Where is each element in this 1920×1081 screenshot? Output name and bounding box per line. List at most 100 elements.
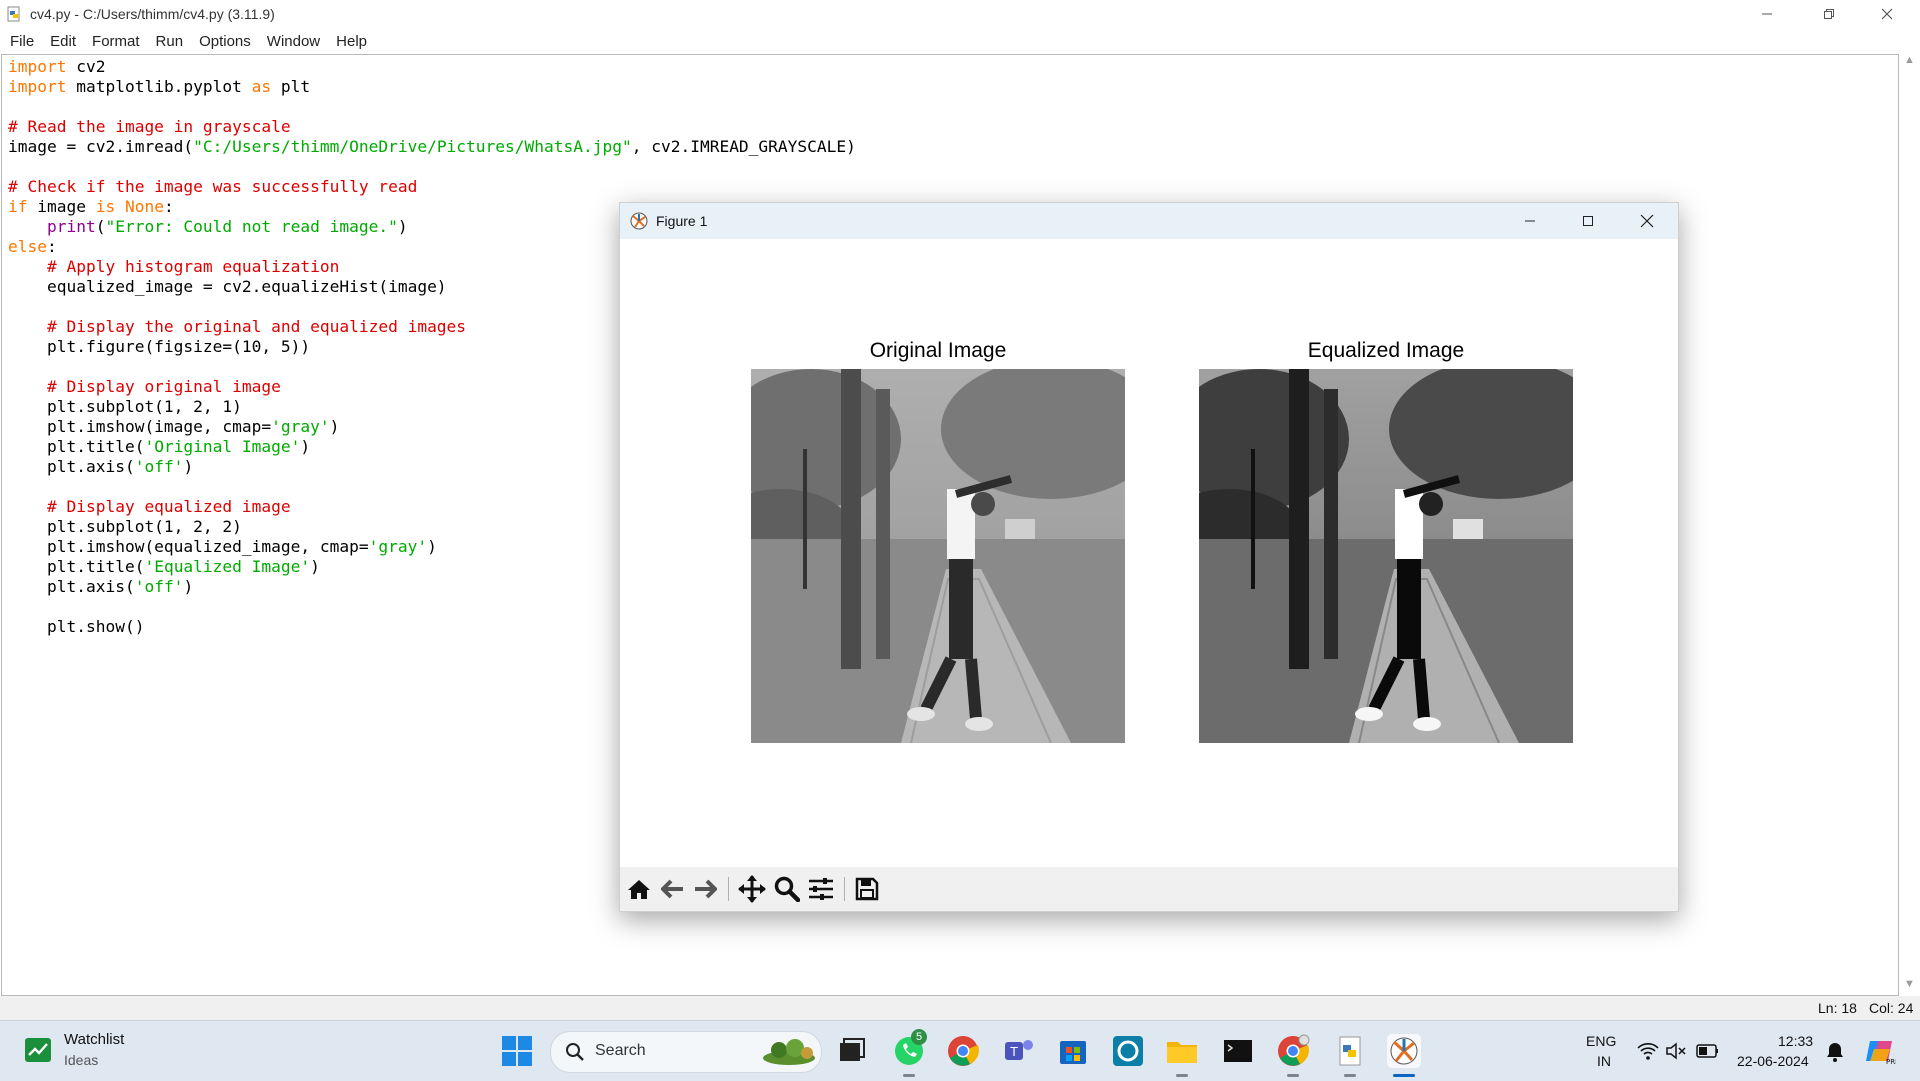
code-token: "C:/Users/thimm/OneDrive/Pictures/WhatsA…	[193, 137, 632, 156]
scroll-down-icon[interactable]: ▼	[1904, 978, 1915, 990]
code-token: plt.axis(	[8, 457, 135, 476]
code-token: :	[46, 237, 57, 256]
restore-icon	[1824, 9, 1834, 19]
code-line[interactable]: image = cv2.imread("C:/Users/thimm/OneDr…	[8, 137, 856, 157]
notification-bell-icon[interactable]	[1825, 1041, 1845, 1063]
code-token: plt.title(	[8, 557, 145, 576]
code-token: :	[163, 197, 174, 216]
window-titlebar: cv4.py - C:/Users/thimm/cv4.py (3.11.9)	[0, 0, 1920, 28]
code-token: if	[8, 197, 28, 216]
restore-button[interactable]	[1800, 0, 1858, 28]
figure-minimize-button[interactable]	[1501, 203, 1559, 239]
menu-help[interactable]: Help	[336, 33, 367, 50]
task-view-icon[interactable]	[834, 1033, 870, 1069]
configure-subplots-button[interactable]	[806, 875, 836, 903]
code-token: else	[8, 237, 47, 256]
code-token: 'off'	[134, 457, 184, 476]
code-token: )	[427, 537, 437, 556]
clock-time[interactable]: 12:33	[1778, 1033, 1813, 1049]
menu-file[interactable]: File	[10, 33, 34, 50]
code-line[interactable]: # Check if the image was successfully re…	[8, 177, 856, 197]
stock-chart-icon[interactable]	[24, 1037, 52, 1063]
search-highlight-icon	[763, 1039, 815, 1065]
widget-subtitle: Ideas	[64, 1052, 99, 1068]
menu-options[interactable]: Options	[199, 33, 251, 50]
menu-run[interactable]: Run	[156, 33, 184, 50]
code-token: image	[27, 197, 96, 216]
code-token: plt.subplot(1, 2, 1)	[8, 397, 242, 416]
windows-start-icon[interactable]	[499, 1033, 535, 1069]
code-token: # Display the original and equalized ima…	[46, 317, 467, 336]
equalized-image-title: Equalized Image	[1307, 339, 1465, 362]
figure-toolbar	[620, 867, 1678, 911]
figure-window[interactable]: Figure 1 Original Image Equalized Image	[619, 202, 1679, 912]
menu-format[interactable]: Format	[92, 33, 140, 50]
home-button[interactable]	[624, 875, 654, 903]
vertical-scrollbar[interactable]: ▲ ▼	[1900, 54, 1920, 996]
code-token: cv2	[66, 57, 106, 76]
code-token: )	[183, 457, 194, 476]
taskbar-search[interactable]: Search	[550, 1031, 822, 1073]
pan-button[interactable]	[737, 875, 767, 903]
figure-title: Figure 1	[656, 213, 708, 229]
copilot-icon[interactable]: PRE	[1864, 1035, 1896, 1067]
teams-icon[interactable]: T	[1001, 1033, 1037, 1069]
back-button[interactable]	[658, 875, 688, 903]
zoom-button[interactable]	[772, 875, 802, 903]
status-bar: Ln: 18 Col: 24	[0, 996, 1920, 1020]
code-token: 'gray'	[271, 417, 330, 436]
back-arrow-icon	[661, 879, 683, 899]
line-number: Ln: 18	[1818, 1000, 1857, 1016]
equalized-image	[1199, 369, 1573, 743]
code-line[interactable]: import cv2	[8, 57, 856, 77]
code-token: plt	[271, 77, 311, 96]
code-token: "Error: Could not read image."	[105, 217, 398, 236]
battery-icon[interactable]	[1696, 1043, 1720, 1059]
file-explorer-icon[interactable]	[1164, 1033, 1200, 1069]
menu-bar: File Edit Format Run Options Window Help	[0, 28, 1920, 54]
widget-title[interactable]: Watchlist	[64, 1031, 124, 1048]
close-button[interactable]	[1858, 0, 1916, 28]
wifi-icon[interactable]	[1637, 1041, 1659, 1061]
original-photo-graphic	[751, 369, 1125, 743]
cortana-icon[interactable]	[1110, 1033, 1146, 1069]
configure-subplots-icon	[809, 878, 833, 900]
clock-date[interactable]: 22-06-2024	[1737, 1053, 1809, 1069]
menu-window[interactable]: Window	[267, 33, 320, 50]
matplotlib-taskbar-icon[interactable]	[1386, 1033, 1422, 1069]
microsoft-store-icon[interactable]	[1055, 1033, 1091, 1069]
language-code[interactable]: ENG	[1586, 1033, 1616, 1049]
figure-close-button[interactable]	[1618, 203, 1676, 239]
python-idle-icon[interactable]	[1332, 1033, 1368, 1069]
minimize-button[interactable]	[1738, 0, 1796, 28]
terminal-icon[interactable]	[1220, 1033, 1256, 1069]
original-image-title: Original Image	[869, 339, 1007, 362]
chrome-profile-icon[interactable]	[1275, 1033, 1311, 1069]
chrome-icon[interactable]	[945, 1033, 981, 1069]
language-region[interactable]: IN	[1597, 1053, 1611, 1069]
home-icon	[628, 880, 650, 899]
figure-canvas[interactable]: Original Image Equalized Image	[620, 239, 1678, 867]
code-line[interactable]	[8, 97, 856, 117]
save-icon	[855, 877, 879, 901]
running-indicator	[1287, 1074, 1299, 1077]
code-token: (	[95, 217, 106, 236]
code-token: # Display original image	[46, 377, 281, 396]
taskbar: Watchlist Ideas Search 5 T ENG IN 12:33 …	[0, 1020, 1920, 1081]
code-line[interactable]: import matplotlib.pyplot as plt	[8, 77, 856, 97]
scroll-up-icon[interactable]: ▲	[1904, 54, 1915, 66]
volume-muted-icon[interactable]	[1665, 1041, 1687, 1061]
menu-edit[interactable]: Edit	[50, 33, 76, 50]
code-token: plt.axis(	[8, 577, 135, 596]
code-line[interactable]	[8, 157, 856, 177]
code-line[interactable]: # Read the image in grayscale	[8, 117, 856, 137]
save-button[interactable]	[852, 875, 882, 903]
minimize-icon	[1525, 220, 1535, 222]
svg-text:PRE: PRE	[1886, 1058, 1896, 1066]
forward-button[interactable]	[690, 875, 720, 903]
figure-maximize-button[interactable]	[1559, 203, 1617, 239]
